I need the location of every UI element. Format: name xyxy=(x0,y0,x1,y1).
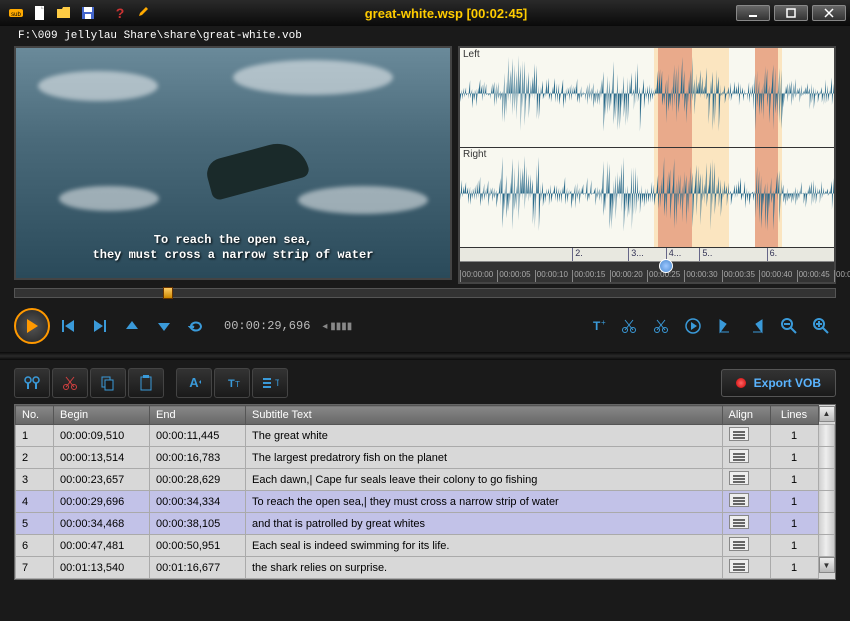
table-row[interactable]: 400:00:29,69600:00:34,334To reach the op… xyxy=(16,491,835,513)
svg-text:T: T xyxy=(593,319,601,333)
playhead[interactable] xyxy=(659,259,673,273)
window-title: great-white.wsp [00:02:45] xyxy=(156,6,736,21)
scrollbar[interactable] xyxy=(818,447,835,469)
add-text-tool[interactable]: T+ xyxy=(582,311,612,341)
video-preview[interactable]: To reach the open sea, they must cross a… xyxy=(14,46,452,280)
subtitle-overlay: To reach the open sea, they must cross a… xyxy=(16,233,450,264)
align-icon[interactable] xyxy=(729,537,749,551)
cut-end-tool[interactable] xyxy=(646,311,676,341)
scroll-up-button[interactable]: ▲ xyxy=(819,406,835,422)
time-ruler[interactable]: 00:00:0000:00:0500:00:1000:00:1500:00:20… xyxy=(460,262,834,282)
text-case-button[interactable]: TT xyxy=(214,368,250,398)
scrollbar[interactable] xyxy=(818,535,835,557)
zoom-out-button[interactable] xyxy=(774,311,804,341)
up-button[interactable] xyxy=(118,312,146,340)
scroll-down-button[interactable]: ▼ xyxy=(819,557,835,573)
align-icon[interactable] xyxy=(729,427,749,441)
play-button[interactable] xyxy=(14,308,50,344)
svg-text:+: + xyxy=(601,318,606,327)
paste-button[interactable] xyxy=(128,368,164,398)
next-button[interactable] xyxy=(86,312,114,340)
save-button[interactable] xyxy=(78,3,98,23)
align-icon[interactable] xyxy=(729,559,749,573)
close-button[interactable] xyxy=(812,5,846,21)
font-button[interactable]: A xyxy=(176,368,212,398)
table-row[interactable]: 700:01:13,54000:01:16,677the shark relie… xyxy=(16,557,835,579)
seek-bar[interactable] xyxy=(14,288,836,298)
svg-text:T: T xyxy=(235,380,240,389)
minimize-button[interactable] xyxy=(736,5,770,21)
svg-text:T: T xyxy=(228,378,235,390)
marker-out-tool[interactable] xyxy=(742,311,772,341)
time-display: 00:00:29,696 xyxy=(224,319,310,333)
zoom-in-button[interactable] xyxy=(806,311,836,341)
prev-button[interactable] xyxy=(54,312,82,340)
cut-start-tool[interactable] xyxy=(614,311,644,341)
loop-button[interactable] xyxy=(182,312,210,340)
table-row[interactable]: 200:00:13,51400:00:16,783The largest pre… xyxy=(16,447,835,469)
scrollbar[interactable] xyxy=(818,425,835,447)
marker[interactable]: 5.. xyxy=(699,248,712,261)
audio-waveform-panel: Left Right 2.3...4...5..6. 00:00:0000:00… xyxy=(458,46,836,284)
app-logo: sub xyxy=(6,3,26,23)
find-button[interactable] xyxy=(14,368,50,398)
table-row[interactable]: 600:00:47,48100:00:50,951Each seal is in… xyxy=(16,535,835,557)
marker[interactable]: 6. xyxy=(767,248,778,261)
align-icon[interactable] xyxy=(729,515,749,529)
open-file-button[interactable] xyxy=(54,3,74,23)
table-row[interactable]: 500:00:34,46800:00:38,105and that is pat… xyxy=(16,513,835,535)
file-path: F:\009 jellylau Share\share\great-white.… xyxy=(0,26,850,44)
seek-thumb[interactable] xyxy=(163,287,173,299)
settings-button[interactable] xyxy=(134,3,154,23)
marker[interactable]: 3... xyxy=(628,248,644,261)
subtitle-table: No. Begin End Subtitle Text Align Lines … xyxy=(14,404,836,580)
svg-text:sub: sub xyxy=(11,12,21,18)
down-button[interactable] xyxy=(150,312,178,340)
align-icon[interactable] xyxy=(729,493,749,507)
align-icon[interactable] xyxy=(729,471,749,485)
scrollbar[interactable] xyxy=(818,513,835,535)
help-button[interactable]: ? xyxy=(110,3,130,23)
titlebar: sub ? great-white.wsp [00:02:45] xyxy=(0,0,850,26)
play-selection-tool[interactable] xyxy=(678,311,708,341)
export-button[interactable]: Export VOB xyxy=(721,369,836,397)
record-icon xyxy=(736,378,746,388)
text-align-button[interactable]: T xyxy=(252,368,288,398)
waveform-right[interactable]: Right xyxy=(460,148,834,248)
align-icon[interactable] xyxy=(729,449,749,463)
table-header: No. Begin End Subtitle Text Align Lines … xyxy=(16,406,835,425)
table-row[interactable]: 300:00:23,65700:00:28,629Each dawn,| Cap… xyxy=(16,469,835,491)
copy-button[interactable] xyxy=(90,368,126,398)
subtitle-markers[interactable]: 2.3...4...5..6. xyxy=(460,248,834,262)
table-row[interactable]: 100:00:09,51000:00:11,445The great white… xyxy=(16,425,835,447)
svg-text:?: ? xyxy=(116,5,125,21)
volume-icon[interactable]: ◂ ▮▮▮▮ xyxy=(322,321,352,332)
maximize-button[interactable] xyxy=(774,5,808,21)
marker[interactable]: 2. xyxy=(572,248,583,261)
new-file-button[interactable] xyxy=(30,3,50,23)
scrollbar[interactable] xyxy=(818,491,835,513)
scrollbar[interactable] xyxy=(818,469,835,491)
cut-button[interactable] xyxy=(52,368,88,398)
svg-text:T: T xyxy=(275,378,279,388)
waveform-left[interactable]: Left xyxy=(460,48,834,148)
svg-text:A: A xyxy=(189,375,199,390)
window-controls xyxy=(736,5,846,21)
marker-in-tool[interactable] xyxy=(710,311,740,341)
